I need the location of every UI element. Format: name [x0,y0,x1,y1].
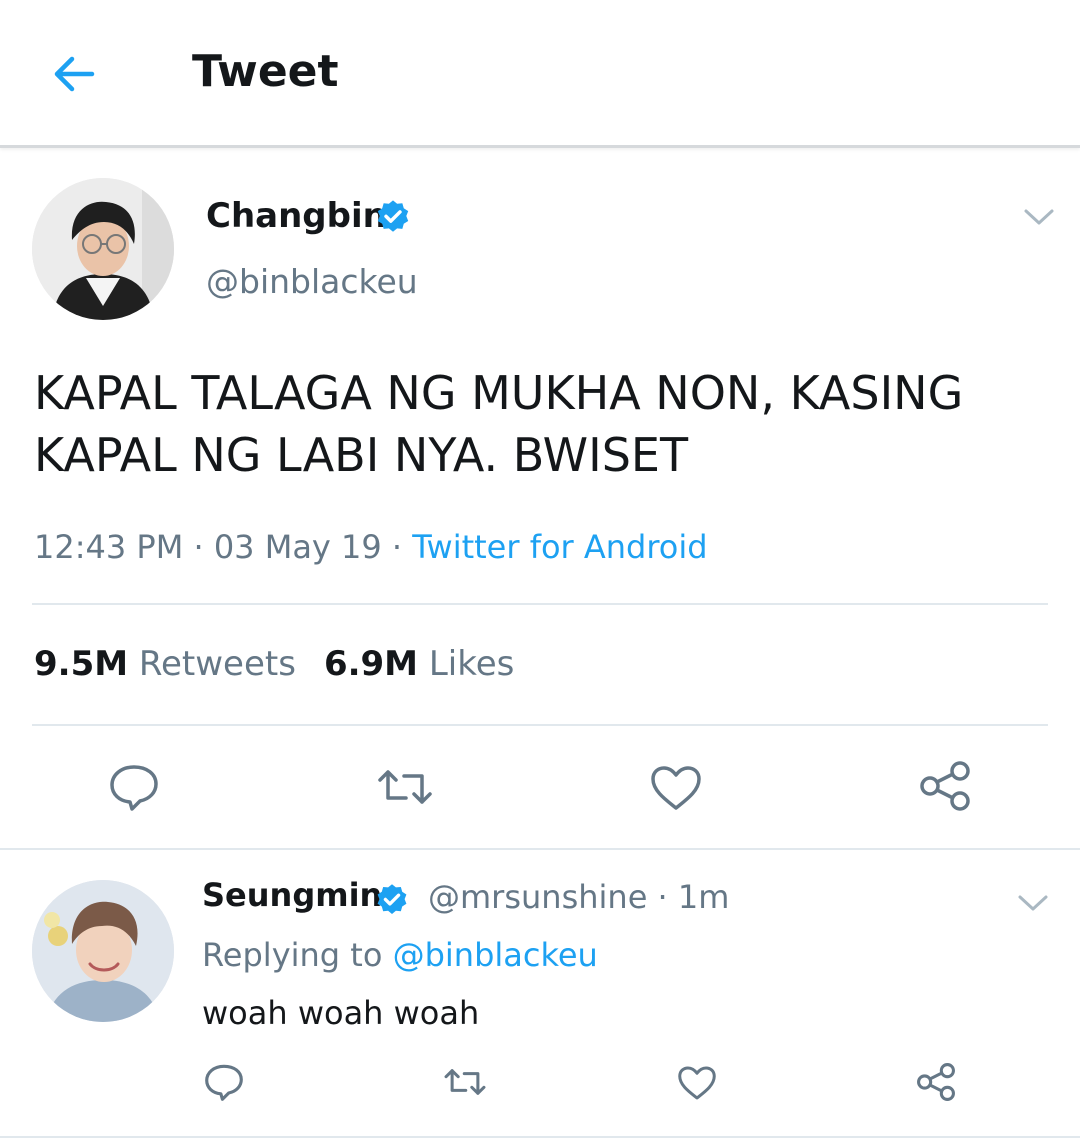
retweets-stat[interactable]: 9.5M Retweets [34,644,296,684]
tweet-time: 12:43 PM [34,528,184,566]
reply-author-name[interactable]: Seungmin [202,876,382,914]
reply-age: 1m [677,878,730,916]
author-handle[interactable]: @binblackeu [206,262,418,301]
retweet-icon[interactable] [440,1064,490,1100]
reply-icon[interactable] [106,762,162,812]
replying-to-mention[interactable]: @binblackeu [393,936,598,974]
divider [32,724,1048,726]
avatar-image [32,178,174,320]
divider [0,848,1080,850]
arrow-left-icon [54,56,95,92]
author-avatar[interactable] [32,178,174,320]
chevron-down-icon[interactable] [1022,206,1056,228]
back-button[interactable] [48,50,100,98]
share-icon[interactable] [914,1062,958,1102]
share-icon[interactable] [916,760,974,812]
tweet-text: KAPAL TALAGA NG MUKHA NON, KASING KAPAL … [34,362,1054,486]
verified-badge-icon [377,884,407,914]
heart-icon[interactable] [676,1064,718,1102]
divider [0,1136,1080,1138]
divider [32,603,1048,605]
reply-text: woah woah woah [202,994,480,1032]
tweet-source-link[interactable]: Twitter for Android [412,528,707,566]
chevron-down-icon[interactable] [1016,892,1050,914]
separator-dot: · [657,878,668,916]
likes-count: 6.9M [323,644,419,684]
replying-to-line: Replying to @binblackeu [202,936,598,974]
avatar-image [32,880,174,1022]
tweet-text-line: KAPAL TALAGA NG MUKHA NON, KASING [34,366,964,420]
top-app-bar: Tweet [0,0,1080,148]
separator-dot: · [391,528,403,566]
likes-stat[interactable]: 6.9M Likes [324,644,514,684]
retweet-icon[interactable] [372,764,438,810]
reply-meta: @mrsunshine · 1m [428,878,729,916]
tweet-meta: 12:43 PM · 03 May 19 · Twitter for Andro… [34,528,708,566]
retweets-label: Retweets [138,644,296,684]
heart-icon[interactable] [648,764,704,812]
likes-label: Likes [428,644,515,684]
reply-author-handle[interactable]: @mrsunshine [428,878,647,916]
reply-author-avatar[interactable] [32,880,174,1022]
tweet-text-line: KAPAL NG LABI NYA. BWISET [34,428,689,482]
retweets-count: 9.5M [34,644,129,684]
separator-dot: · [193,528,204,566]
author-name[interactable]: Changbin [206,196,387,236]
page-title: Tweet [192,46,339,97]
tweet-stats: 9.5M Retweets 6.9M Likes [34,644,514,684]
reply-icon[interactable] [202,1062,246,1102]
tweet-date: 03 May 19 [213,528,382,566]
verified-badge-icon [377,200,409,232]
replying-to-label: Replying to [202,936,383,974]
